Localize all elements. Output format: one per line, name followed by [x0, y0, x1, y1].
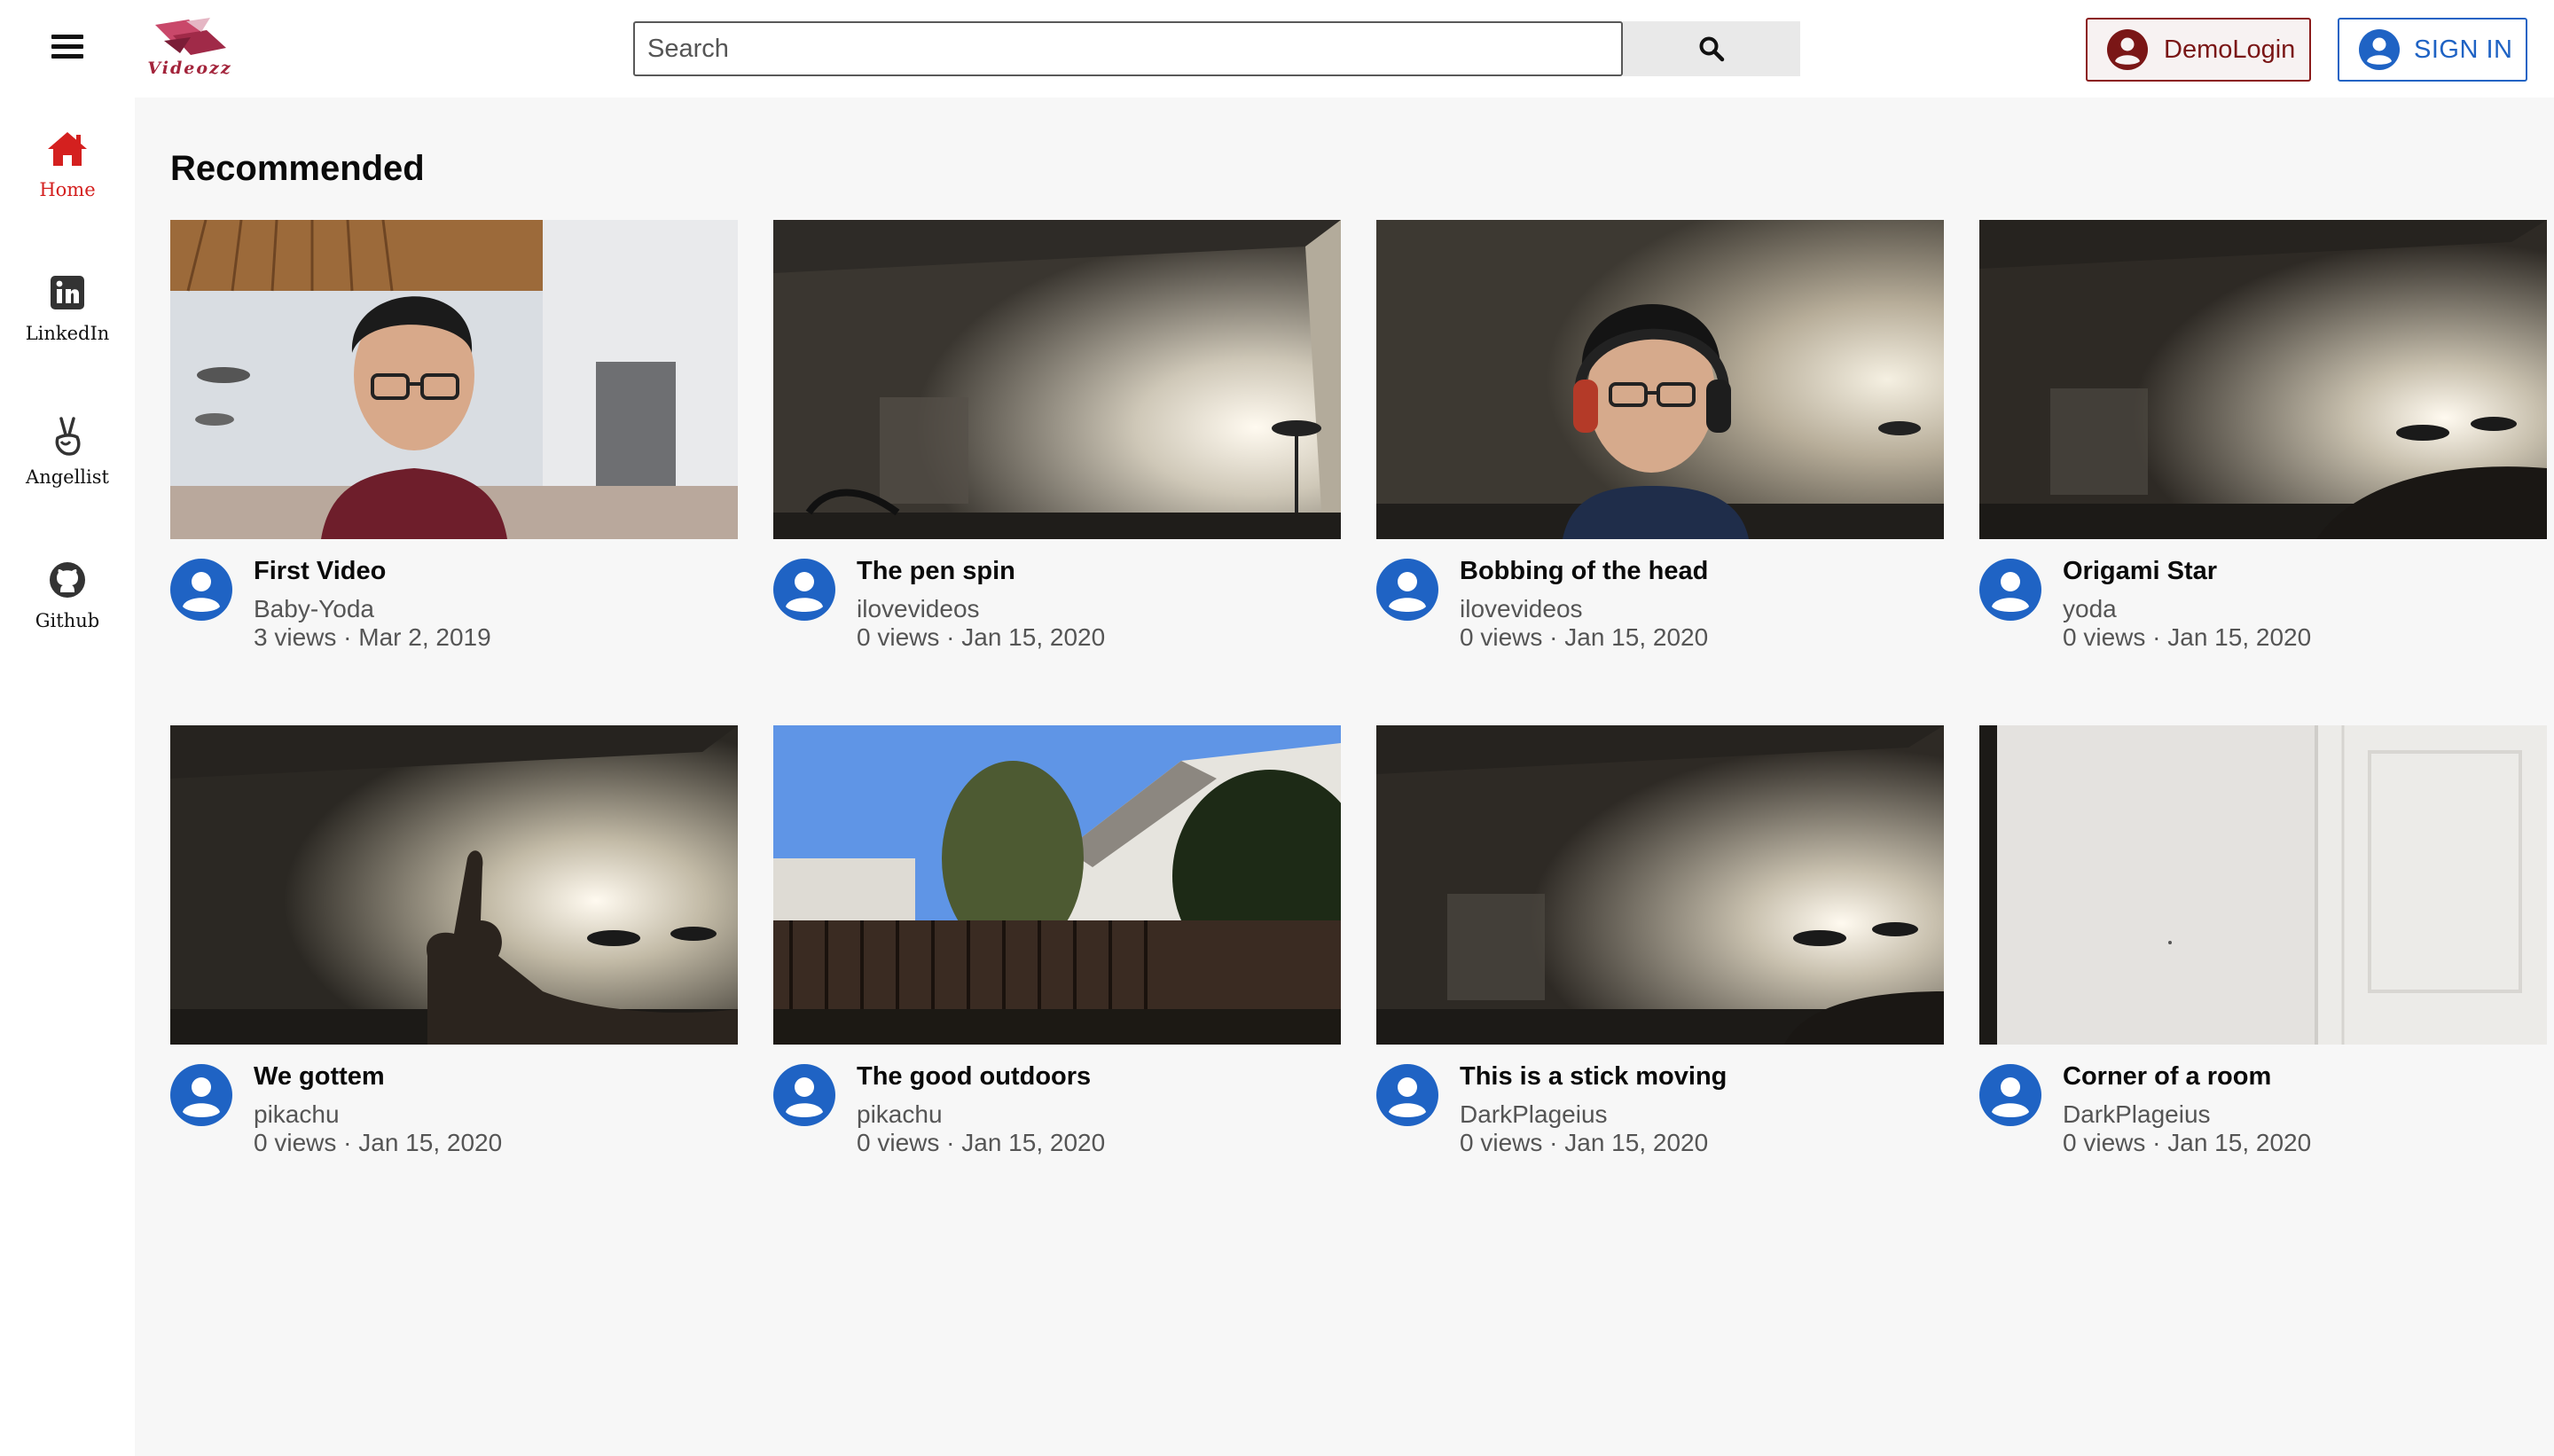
account-circle-icon: [2107, 29, 2148, 70]
channel-name[interactable]: ilovevideos: [1460, 595, 1583, 623]
video-thumbnail[interactable]: [1979, 725, 2547, 1045]
sidebar-item-label: Angellist: [26, 466, 109, 488]
channel-avatar-icon[interactable]: [773, 559, 835, 621]
video-meta: 0 views · Jan 15, 2020: [2063, 623, 2312, 651]
logo-text: Videozz: [147, 59, 232, 78]
angellist-icon: [55, 417, 81, 456]
sidebar-item-label: LinkedIn: [25, 323, 110, 344]
site-logo[interactable]: Videozz: [137, 18, 253, 82]
sidebar: Home LinkedIn Angellist Github: [0, 98, 135, 1456]
sign-in-label: SIGN IN: [2414, 35, 2513, 64]
video-title[interactable]: We gottem: [254, 1062, 385, 1092]
sidebar-item-github[interactable]: Github: [0, 528, 135, 644]
video-card[interactable]: First Video Baby-Yoda 3 views · Mar 2, 2…: [170, 220, 738, 681]
video-thumbnail[interactable]: [1376, 725, 1944, 1045]
video-meta: 0 views · Jan 15, 2020: [857, 1129, 1106, 1156]
top-bar: Videozz DemoLogin SIGN IN: [0, 0, 2554, 98]
video-card[interactable]: Bobbing of the head ilovevideos 0 views …: [1376, 220, 1944, 681]
sidebar-item-label: Home: [39, 179, 96, 200]
demo-login-button[interactable]: DemoLogin: [2086, 18, 2311, 82]
video-card[interactable]: The good outdoors pikachu 0 views · Jan …: [773, 725, 1341, 1186]
channel-name[interactable]: yoda: [2063, 595, 2117, 623]
search-bar: [633, 21, 1800, 76]
sidebar-item-label: Github: [35, 610, 100, 631]
video-title[interactable]: Corner of a room: [2063, 1062, 2271, 1092]
search-input[interactable]: [633, 21, 1623, 76]
channel-avatar-icon[interactable]: [1376, 559, 1438, 621]
linkedin-icon: [51, 276, 84, 309]
sidebar-item-angellist[interactable]: Angellist: [0, 385, 135, 500]
video-meta: 0 views · Jan 15, 2020: [254, 1129, 503, 1156]
logo-mark-icon: [155, 18, 226, 55]
video-thumbnail[interactable]: [170, 220, 738, 539]
video-title[interactable]: Bobbing of the head: [1460, 557, 1708, 586]
channel-name[interactable]: DarkPlageius: [1460, 1100, 1608, 1129]
channel-avatar-icon[interactable]: [1979, 1064, 2041, 1126]
video-title[interactable]: The good outdoors: [857, 1062, 1091, 1092]
channel-name[interactable]: Baby-Yoda: [254, 595, 374, 623]
video-meta: 0 views · Jan 15, 2020: [857, 623, 1106, 651]
home-icon: [48, 132, 87, 166]
channel-name[interactable]: ilovevideos: [857, 595, 980, 623]
search-button[interactable]: [1623, 21, 1800, 76]
video-meta: 0 views · Jan 15, 2020: [2063, 1129, 2312, 1156]
video-thumbnail[interactable]: [1979, 220, 2547, 539]
video-card[interactable]: Corner of a room DarkPlageius 0 views · …: [1979, 725, 2547, 1186]
channel-avatar-icon[interactable]: [170, 559, 232, 621]
sidebar-item-linkedin[interactable]: LinkedIn: [0, 241, 135, 356]
sidebar-item-home[interactable]: Home: [0, 98, 135, 213]
main-content: Recommended First Video Baby-Yoda 3 view…: [135, 98, 2554, 1456]
video-thumbnail[interactable]: [773, 725, 1341, 1045]
video-thumbnail[interactable]: [773, 220, 1341, 539]
video-title[interactable]: First Video: [254, 557, 386, 586]
video-card[interactable]: This is a stick moving DarkPlageius 0 vi…: [1376, 725, 1944, 1186]
video-thumbnail[interactable]: [170, 725, 738, 1045]
sign-in-button[interactable]: SIGN IN: [2338, 18, 2527, 82]
hamburger-menu-icon[interactable]: [44, 29, 90, 68]
video-card[interactable]: We gottem pikachu 0 views · Jan 15, 2020: [170, 725, 738, 1186]
video-card[interactable]: Origami Star yoda 0 views · Jan 15, 2020: [1979, 220, 2547, 681]
video-meta: 3 views · Mar 2, 2019: [254, 623, 491, 651]
channel-avatar-icon[interactable]: [1979, 559, 2041, 621]
github-icon: [50, 562, 85, 598]
channel-avatar-icon[interactable]: [170, 1064, 232, 1126]
video-title[interactable]: The pen spin: [857, 557, 1015, 586]
video-card[interactable]: The pen spin ilovevideos 0 views · Jan 1…: [773, 220, 1341, 681]
video-meta: 0 views · Jan 15, 2020: [1460, 623, 1709, 651]
channel-name[interactable]: pikachu: [254, 1100, 340, 1129]
channel-avatar-icon[interactable]: [773, 1064, 835, 1126]
channel-name[interactable]: pikachu: [857, 1100, 943, 1129]
video-meta: 0 views · Jan 15, 2020: [1460, 1129, 1709, 1156]
demo-login-label: DemoLogin: [2164, 35, 2296, 64]
video-thumbnail[interactable]: [1376, 220, 1944, 539]
account-circle-icon: [2359, 29, 2400, 70]
search-icon: [1699, 36, 1725, 62]
channel-avatar-icon[interactable]: [1376, 1064, 1438, 1126]
channel-name[interactable]: DarkPlageius: [2063, 1100, 2211, 1129]
video-title[interactable]: Origami Star: [2063, 557, 2217, 586]
video-title[interactable]: This is a stick moving: [1460, 1062, 1727, 1092]
section-title: Recommended: [170, 149, 425, 188]
